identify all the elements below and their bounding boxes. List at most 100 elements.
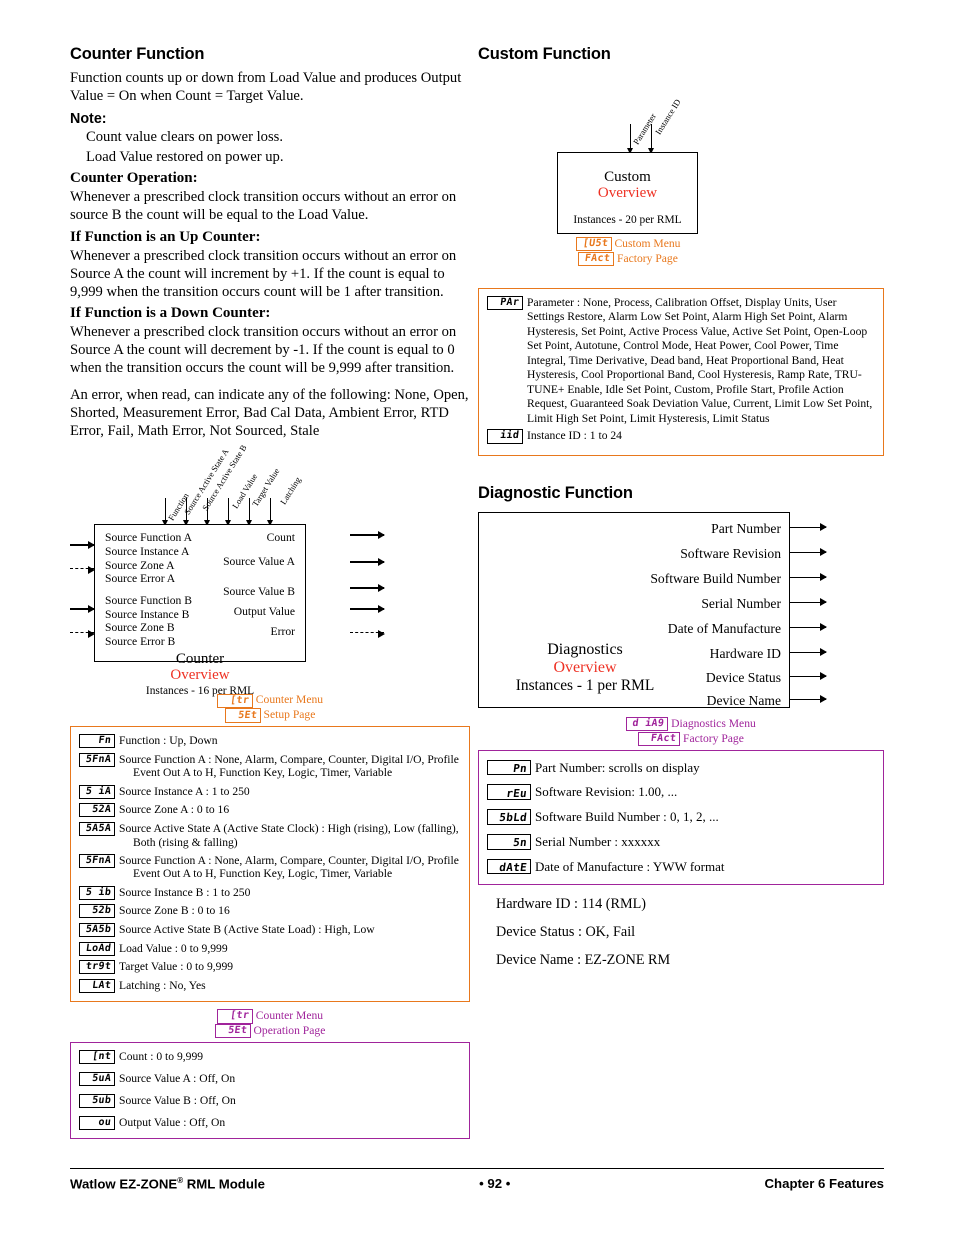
input-source-error-b: Source Error B xyxy=(105,635,176,649)
diagram-left-arrow-a1 xyxy=(70,539,95,551)
document-page: Counter Function Function counts up or d… xyxy=(0,0,954,1235)
param-row: 5A5b Source Active State B (Active State… xyxy=(79,922,461,938)
output-error: Error xyxy=(270,625,295,639)
input-source-instance-a: Source Instance A xyxy=(105,545,190,559)
diag-arrow-6 xyxy=(790,646,827,658)
right-column: Custom Function Parameter Instance ID Cu… xyxy=(478,45,884,970)
footer-chapter: Chapter 6 Features xyxy=(764,1176,884,1192)
param-row: 5A5A Source Active State A (Active State… xyxy=(79,821,461,849)
up-counter-text: Whenever a prescribed clock transition o… xyxy=(70,247,457,300)
param-code-badge: 5ub xyxy=(79,1094,115,1109)
page-footer: Watlow EZ-ZONE® RML Module • 92 • Chapte… xyxy=(70,1168,884,1191)
diag-arrow-5 xyxy=(790,621,827,633)
param-row: Pn Part Number: scrolls on display xyxy=(487,759,875,776)
input-source-error-a: Source Error A xyxy=(105,572,176,586)
custom-factory-page-code-badge: FAct xyxy=(578,252,615,267)
param-code-badge: rEu xyxy=(487,784,531,801)
diagnostics-menu-code-badge: d iA9 xyxy=(626,717,669,732)
custom-block-diagram: Parameter Instance ID Custom Overview In… xyxy=(478,69,884,267)
counter-outputs-top: Count Source Value A xyxy=(223,531,295,568)
param-row: [nt Count : 0 to 9,999 xyxy=(79,1049,461,1064)
diagram-left-arrow-b1 xyxy=(70,603,95,615)
param-row: 5uA Source Value A : Off, On xyxy=(79,1071,461,1087)
param-text: Software Revision: 1.00, ... xyxy=(535,784,678,800)
custom-menu-code-badge: [U5t xyxy=(575,237,612,252)
output-source-value-a: Source Value A xyxy=(223,555,295,569)
param-text-cont: Both (rising & falling) xyxy=(133,835,238,849)
diagram-top-label-target-value: Target Value xyxy=(250,466,282,509)
left-column: Counter Function Function counts up or d… xyxy=(70,45,470,1140)
diag-output-device-name: Device Name xyxy=(706,692,781,708)
param-code-badge: dAtE xyxy=(487,858,531,875)
diagram-right-arrow-error xyxy=(350,629,385,638)
diagram-input-arrow-1 xyxy=(162,498,168,527)
diagnostics-factory-page-code-badge: FAct xyxy=(638,731,681,747)
counter-function-heading: Counter Function xyxy=(70,45,205,63)
custom-input-arrow-1 xyxy=(627,124,633,154)
diagram-right-arrow-sva xyxy=(350,556,385,568)
diagnostics-block: Part Number Software Revision Software B… xyxy=(478,511,790,708)
custom-block-overview: Overview xyxy=(597,185,658,201)
setup-page-code-badge: 5Et xyxy=(224,708,261,723)
param-text-main: Source Function A : None, Alarm, Compare… xyxy=(119,853,459,867)
counter-operation-text: Whenever a prescribed clock transition o… xyxy=(70,189,457,224)
param-code-badge: tr9t xyxy=(79,960,115,975)
param-text: Latching : No, Yes xyxy=(119,978,206,992)
diag-output-software-build-number: Software Build Number xyxy=(650,570,781,586)
counter-block-instances: Instances - 16 per RML xyxy=(145,684,255,697)
diagnostics-block-labels: Diagnostics Overview Instances - 1 per R… xyxy=(501,641,669,695)
diag-output-serial-number: Serial Number xyxy=(701,595,781,611)
param-row: ou Output Value : Off, On xyxy=(79,1116,461,1131)
param-text-cont: Event Out A to H, Function Key, Logic, T… xyxy=(133,766,393,780)
footer-module-name: RML Module xyxy=(183,1176,265,1192)
diagram-input-arrow-5 xyxy=(246,498,252,527)
footer-left: Watlow EZ-ZONE® RML Module xyxy=(70,1176,265,1191)
param-row: tr9t Target Value : 0 to 9,999 xyxy=(79,960,461,975)
diagnostic-function-heading: Diagnostic Function xyxy=(478,483,633,502)
counter-operation-label: Counter Operation: xyxy=(70,170,198,187)
diagram-right-arrow-output xyxy=(350,603,385,615)
diag-output-date-of-manufacture: Date of Manufacture xyxy=(667,620,781,636)
footer-product-name: Watlow EZ-ZONE xyxy=(70,1176,178,1192)
diag-arrow-3 xyxy=(790,571,827,583)
param-text: Function : Up, Down xyxy=(119,734,218,748)
custom-block: Custom Overview Instances - 20 per RML xyxy=(557,152,698,234)
diag-output-part-number: Part Number xyxy=(711,520,781,536)
diagram-right-arrow-count xyxy=(350,529,385,541)
param-row: PAr Parameter : None, Process, Calibrati… xyxy=(487,296,875,426)
custom-input-arrow-2 xyxy=(648,124,654,154)
param-code-badge: 5 iA xyxy=(79,784,115,799)
diag-arrow-7 xyxy=(790,670,827,682)
counter-intro-text: Function counts up or down from Load Val… xyxy=(70,70,462,105)
param-row: 52b Source Zone B : 0 to 16 xyxy=(79,904,461,919)
down-counter-text: Whenever a prescribed clock transition o… xyxy=(70,323,457,377)
counter-block-overview: Overview xyxy=(170,666,230,683)
param-code-badge: LAt xyxy=(79,978,115,994)
counter-menu-code-badge-2: [tr xyxy=(216,1009,253,1024)
up-counter-label: If Function is an Up Counter: xyxy=(70,228,261,245)
param-code-badge: ou xyxy=(79,1116,115,1131)
param-text: Serial Number : xxxxxx xyxy=(535,833,661,849)
diagram-input-arrow-3 xyxy=(204,498,210,527)
diag-output-hardware-id: Hardware ID xyxy=(709,645,781,661)
param-row: 5 iA Source Instance A : 1 to 250 xyxy=(79,784,461,799)
param-row: rEu Software Revision: 1.00, ... xyxy=(487,784,875,801)
diag-arrow-4 xyxy=(790,596,827,608)
down-counter-label: If Function is a Down Counter: xyxy=(70,304,271,321)
diagnostics-tail-line-3: Device Name : EZ-ZONE RM xyxy=(496,952,671,969)
error-list-text: An error, when read, can indicate any of… xyxy=(70,387,469,440)
param-code-badge: 5A5b xyxy=(79,922,115,938)
note-line-1: Count value clears on power loss. xyxy=(86,129,283,146)
input-source-function-a: Source Function A xyxy=(105,531,192,545)
diagram-left-arrow-a2 xyxy=(70,565,95,574)
diagnostics-tail-line-1: Hardware ID : 114 (RML) xyxy=(496,896,646,913)
param-row: 5FnA Source Function A : None, Alarm, Co… xyxy=(79,853,461,881)
param-row: 5 ib Source Instance B : 1 to 250 xyxy=(79,885,461,900)
param-code-badge: 5n xyxy=(487,833,531,850)
param-text: Source Function A : None, Alarm, Compare… xyxy=(115,854,461,881)
counter-menu-label-2: Counter Menu xyxy=(255,1009,324,1023)
param-code-badge: LoAd xyxy=(79,941,115,956)
param-row: LAt Latching : No, Yes xyxy=(79,978,461,994)
custom-factory-page-label: Factory Page xyxy=(617,251,678,265)
param-text-main: Source Active State A (Active State Cloc… xyxy=(119,821,459,835)
